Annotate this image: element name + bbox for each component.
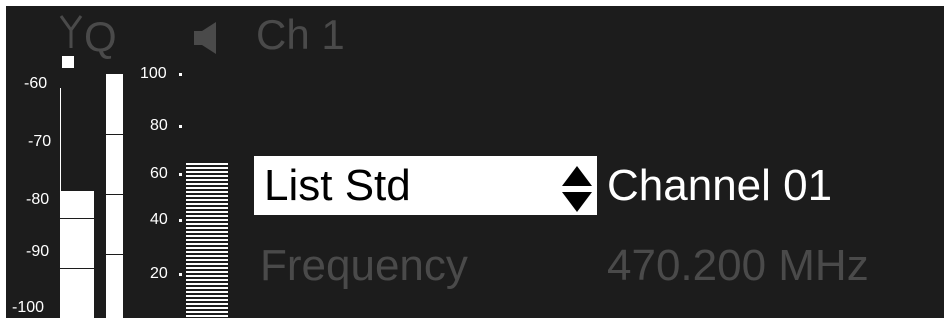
audio-scale-tick: [179, 273, 182, 276]
audio-level-meter: 100 80 60 40 20: [136, 60, 236, 318]
af-bar-divider: [106, 194, 123, 195]
menu-item-label[interactable]: List Std: [264, 158, 411, 214]
up-down-arrows-icon[interactable]: [560, 164, 594, 219]
audio-scale-tick: [179, 219, 182, 222]
audio-scale-label: 80: [150, 117, 168, 134]
audio-scale-label: 40: [150, 211, 168, 228]
rf-scale-label: -90: [26, 243, 50, 260]
af-meter: [106, 74, 126, 318]
rf-bar-divider: [60, 268, 94, 269]
audio-scale-label: 20: [150, 265, 168, 282]
rf-scale-label: -80: [26, 191, 50, 208]
rf-meter: -60 -70 -80 -90 -100: [6, 56, 106, 318]
menu-item-next-value: 470.200 MHz: [607, 241, 869, 290]
q-indicator: Q: [84, 13, 117, 60]
rf-scale-label: -70: [28, 133, 52, 150]
af-bar-divider: [106, 134, 123, 135]
audio-scale-tick: [179, 125, 182, 128]
audio-scale-tick: [179, 173, 182, 176]
audio-scale-tick: [179, 73, 182, 76]
rf-scale-label: -100: [12, 299, 45, 316]
rf-peak-indicator: [62, 56, 74, 68]
menu-item-value: Channel 01: [607, 161, 833, 210]
audio-scale-label: 100: [140, 65, 167, 82]
audio-scale-label: 60: [150, 165, 168, 182]
menu-item-next-label[interactable]: Frequency: [260, 238, 468, 294]
rf-bar-divider: [60, 218, 94, 219]
af-level-bar: [106, 74, 123, 318]
speaker-muted-icon: [194, 22, 218, 59]
rf-scale-label: -60: [24, 75, 48, 92]
receiver-display: Q Ch 1 -60 -70 -80 -90 -100 100 80 60 40: [6, 6, 944, 318]
af-bar-divider: [106, 254, 123, 255]
channel-indicator: Ch 1: [256, 11, 345, 58]
rf-level-bar: [60, 191, 94, 318]
antenna-icon: [58, 14, 84, 53]
audio-level-bar: [186, 163, 228, 318]
